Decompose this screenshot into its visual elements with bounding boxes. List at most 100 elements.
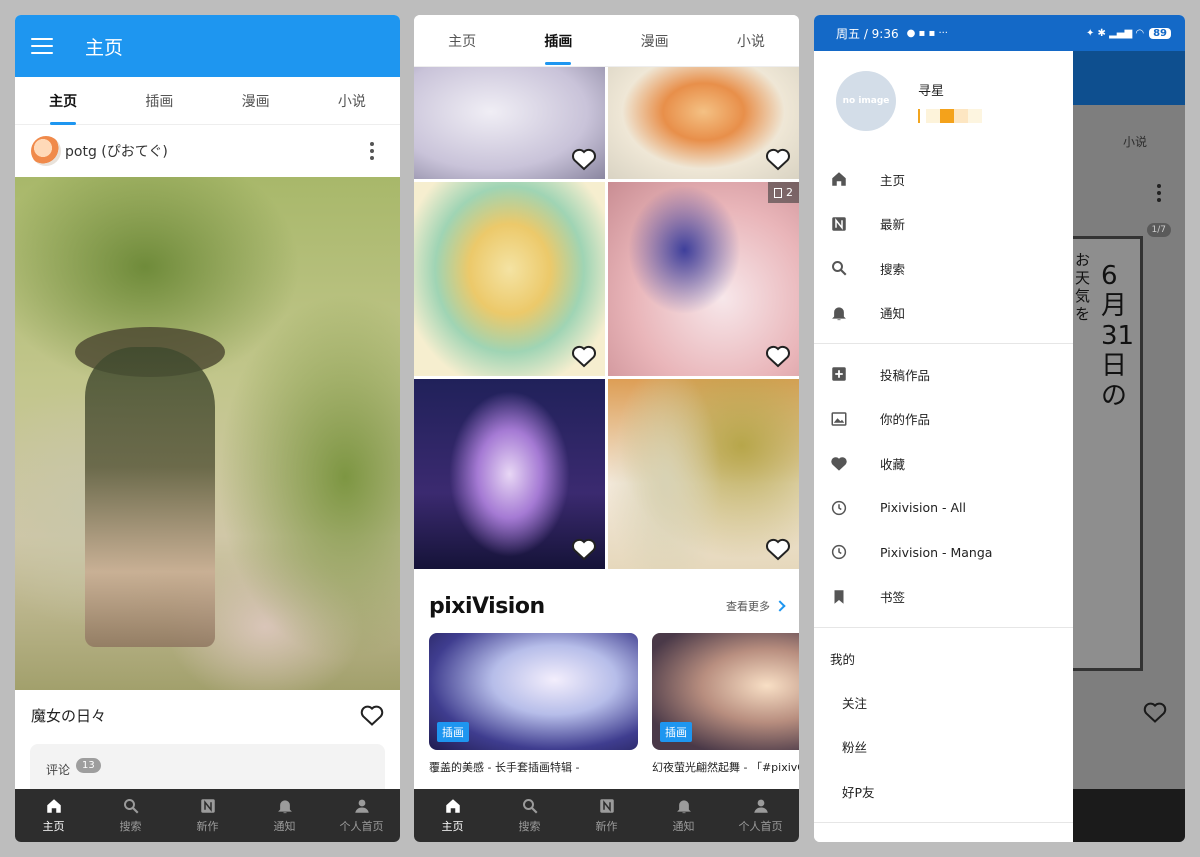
pixivision-header: pixiVision 查看更多 <box>414 579 799 633</box>
page-count: 2 <box>786 186 793 199</box>
drawer-screen: 周五 / 9:36 ● ▪ ▪ ··· ✦ ✱ ▂▄▆ ◠ 89 小说 1/7 … <box>814 15 1185 842</box>
pixivision-title[interactable]: 覆盖的美感 - 长手套插画特辑 - <box>429 758 638 778</box>
divider <box>814 627 1073 628</box>
nav-notifications[interactable]: 通知 <box>645 789 722 842</box>
artwork-tile[interactable]: 2 <box>608 182 799 376</box>
new-icon <box>599 799 614 813</box>
artwork-tile[interactable] <box>414 182 605 376</box>
drawer-item-notifications[interactable]: 通知 <box>814 291 1073 336</box>
drawer-item-pixivision-manga[interactable]: Pixivision - Manga <box>814 530 1073 575</box>
favorite-heart-icon[interactable] <box>360 704 384 726</box>
nav-home[interactable]: 主页 <box>414 789 491 842</box>
illustration-screen: 主页 插画 漫画 小说 2 pixiVision 查看更多 插画 覆盖的美感 -… <box>414 15 799 842</box>
nav-profile[interactable]: 个人首页 <box>722 789 799 842</box>
profile-name[interactable]: 寻星 <box>918 80 982 99</box>
tab-illustration[interactable]: 插画 <box>538 25 578 57</box>
dimmed-content[interactable]: 小说 1/7 6月31日の お天気を <box>1073 51 1185 842</box>
pixivision-title[interactable]: 幻夜萤光翩然起舞 - 「#pixivGlowEffect」插画特 <box>652 758 799 778</box>
drawer-item-label: 最新 <box>880 217 906 233</box>
section-other: 其他 <box>814 831 1073 843</box>
pixivision-image[interactable]: 插画 <box>429 633 638 750</box>
artwork-grid: 2 <box>414 67 799 569</box>
chevron-right-icon <box>774 600 786 612</box>
menu-icon[interactable] <box>31 38 53 54</box>
nav-search[interactable]: 搜索 <box>92 789 169 842</box>
artwork-title[interactable]: 魔女の日々 <box>31 705 106 726</box>
tab-bar: 主页 插画 漫画 小说 <box>15 77 400 125</box>
drawer-item-favorites[interactable]: 收藏 <box>814 441 1073 486</box>
divider <box>814 821 1073 823</box>
color-swatches <box>918 108 982 123</box>
nav-new[interactable]: 新作 <box>169 789 246 842</box>
dimmed-bottom-navigation <box>1073 789 1185 842</box>
see-more-link[interactable]: 查看更多 <box>726 598 786 614</box>
nav-search[interactable]: 搜索 <box>491 789 568 842</box>
nav-new[interactable]: 新作 <box>568 789 645 842</box>
drawer-item-followers[interactable]: 粉丝 <box>814 725 1073 770</box>
pixivision-card[interactable]: 插画 覆盖的美感 - 长手套插画特辑 - <box>429 633 638 778</box>
pixivision-carousel[interactable]: 插画 覆盖的美感 - 长手套插画特辑 - 插画 幻夜萤光翩然起舞 - 「#pix… <box>414 633 799 778</box>
favorite-heart-icon[interactable] <box>571 537 597 561</box>
nav-label: 通知 <box>273 820 296 833</box>
drawer-item-search[interactable]: 搜索 <box>814 246 1073 291</box>
notification-icons: ● ▪ ▪ ··· <box>906 27 948 39</box>
tab-novel[interactable]: 小说 <box>731 25 771 57</box>
nav-label: 主页 <box>441 820 464 833</box>
manga-side-text: お天気を <box>1075 251 1091 323</box>
add-box-icon <box>832 367 846 381</box>
nav-profile[interactable]: 个人首页 <box>323 789 400 842</box>
section-mine: 我的 <box>830 651 856 667</box>
drawer-item-label: 收藏 <box>880 456 906 472</box>
drawer-item-pixivision-all[interactable]: Pixivision - All <box>814 486 1073 531</box>
drawer-item-upload[interactable]: 投稿作品 <box>814 352 1073 397</box>
pixivision-card[interactable]: 插画 幻夜萤光翩然起舞 - 「#pixivGlowEffect」插画特 <box>652 633 799 778</box>
drawer-item-latest[interactable]: 最新 <box>814 202 1073 247</box>
tab-home[interactable]: 主页 <box>442 25 482 57</box>
comments-count-badge: 13 <box>76 758 101 773</box>
post-author-row: potg (ぴおてぐ) <box>15 125 400 177</box>
favorite-heart-icon[interactable] <box>765 344 791 368</box>
avatar[interactable] <box>31 136 61 166</box>
drawer-item-following[interactable]: 关注 <box>814 680 1073 725</box>
drawer-item-home[interactable]: 主页 <box>814 157 1073 202</box>
favorite-heart-icon[interactable] <box>571 344 597 368</box>
artwork-image[interactable] <box>15 177 400 690</box>
battery-icon: 89 <box>1149 27 1171 39</box>
artwork-tile[interactable] <box>414 67 605 179</box>
more-options-icon <box>1157 184 1161 202</box>
page-count-badge: 2 <box>768 182 799 203</box>
search-icon <box>123 799 138 814</box>
nav-label: 个人首页 <box>339 820 384 833</box>
artwork-tile[interactable] <box>608 67 799 179</box>
app-bar: 主页 <box>15 15 400 77</box>
drawer-item-bookmarks[interactable]: 书签 <box>814 575 1073 620</box>
favorite-heart-icon[interactable] <box>765 537 791 561</box>
heart-icon <box>831 456 847 471</box>
avatar[interactable]: no image <box>836 71 896 131</box>
status-icons: ✦ ✱ ▂▄▆ ◠ 89 <box>1086 27 1171 39</box>
drawer-item-my-works[interactable]: 你的作品 <box>814 397 1073 442</box>
nav-label: 搜索 <box>119 820 142 833</box>
favorite-heart-icon[interactable] <box>765 147 791 171</box>
nav-notifications[interactable]: 通知 <box>246 789 323 842</box>
artwork-tile[interactable] <box>414 379 605 569</box>
favorite-heart-icon[interactable] <box>571 147 597 171</box>
tab-illustration[interactable]: 插画 <box>139 85 179 117</box>
pages-icon <box>774 187 782 198</box>
more-options-icon[interactable] <box>370 142 374 160</box>
author-name[interactable]: potg (ぴおてぐ) <box>65 141 168 161</box>
color-swatch <box>940 108 954 123</box>
tab-manga[interactable]: 漫画 <box>236 85 276 117</box>
tab-novel[interactable]: 小说 <box>332 85 372 117</box>
new-icon <box>832 217 846 231</box>
artwork-tile[interactable] <box>608 379 799 569</box>
nav-home[interactable]: 主页 <box>15 789 92 842</box>
tab-home[interactable]: 主页 <box>43 85 83 117</box>
see-more-label: 查看更多 <box>726 600 770 613</box>
drawer-item-label: 搜索 <box>880 261 906 277</box>
artwork-detail <box>85 347 215 647</box>
tab-manga[interactable]: 漫画 <box>635 25 675 57</box>
pixivision-image[interactable]: 插画 <box>652 633 799 750</box>
drawer-item-friends[interactable]: 好P友 <box>814 769 1073 814</box>
drawer-item-label: 投稿作品 <box>880 367 931 383</box>
